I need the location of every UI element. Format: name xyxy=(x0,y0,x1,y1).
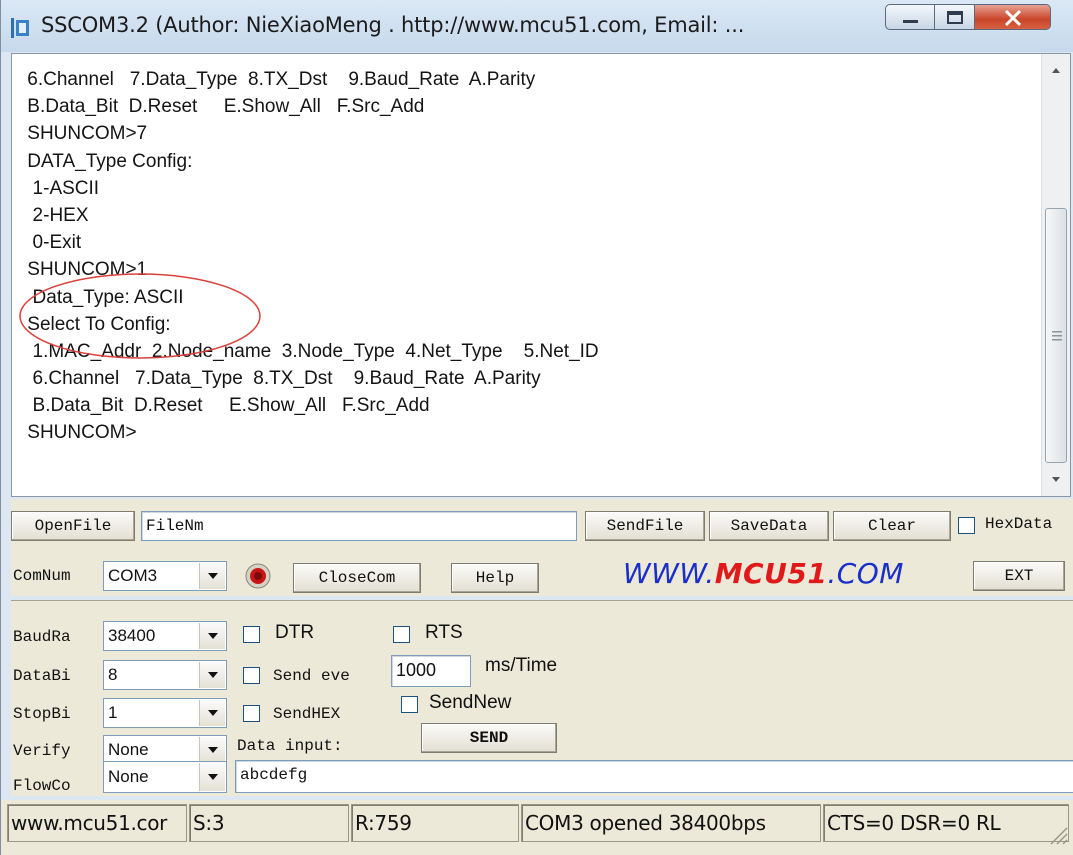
grip-icon xyxy=(1052,331,1062,341)
app-icon xyxy=(11,18,29,38)
stop-bits-label: StopBi xyxy=(13,705,71,723)
maximize-button[interactable] xyxy=(935,4,975,30)
send-every-label: Send eve xyxy=(273,667,350,685)
interval-unit-label: ms/Time xyxy=(485,655,558,676)
status-bar: www.mcu51.cor S:3 R:759 COM3 opened 3840… xyxy=(1,800,1073,855)
terminal-line: B.Data_Bit D.Reset E.Show_All F.Src_Add xyxy=(22,96,425,118)
status-received-count: R:759 xyxy=(351,804,519,842)
status-sent-count: S:3 xyxy=(189,804,349,842)
terminal-line: 6.Channel 7.Data_Type 8.TX_Dst 9.Baud_Ra… xyxy=(22,368,541,390)
chevron-down-icon[interactable] xyxy=(199,623,225,649)
scroll-thumb[interactable] xyxy=(1045,208,1067,463)
baud-rate-value: 38400 xyxy=(108,626,156,645)
save-data-button[interactable]: SaveData xyxy=(709,511,829,541)
stop-bits-value: 1 xyxy=(108,703,118,722)
chevron-down-icon[interactable] xyxy=(199,763,225,791)
baud-rate-select[interactable]: 38400 xyxy=(103,621,227,651)
minimize-icon xyxy=(903,20,918,23)
data-input-field[interactable]: abcdefg xyxy=(235,760,1073,793)
rts-label: RTS xyxy=(425,622,463,643)
close-icon xyxy=(1004,9,1022,27)
status-lamp-icon xyxy=(245,563,271,589)
baud-rate-label: BaudRa xyxy=(13,628,71,646)
terminal-lines: 6.Channel 7.Data_Type 8.TX_Dst 9.Baud_Ra… xyxy=(22,66,1032,447)
hex-data-label: HexData xyxy=(985,515,1053,533)
chevron-down-icon[interactable] xyxy=(199,737,225,763)
hex-data-checkbox[interactable] xyxy=(958,517,975,534)
send-every-checkbox[interactable] xyxy=(243,667,260,684)
receive-text-area[interactable]: 6.Channel 7.Data_Type 8.TX_Dst 9.Baud_Ra… xyxy=(11,53,1071,497)
terminal-line: B.Data_Bit D.Reset E.Show_All F.Src_Add xyxy=(22,395,430,417)
data-bits-label: DataBi xyxy=(13,667,71,685)
brand-main: MCU51 xyxy=(714,557,828,590)
rts-checkbox[interactable] xyxy=(393,626,410,643)
terminal-line: Select To Config: xyxy=(22,313,171,335)
terminal-line: SHUNCOM> xyxy=(22,422,137,444)
maximize-icon xyxy=(947,11,963,24)
help-button[interactable]: Help xyxy=(451,563,539,593)
ext-button[interactable]: EXT xyxy=(973,561,1065,591)
chevron-down-icon[interactable] xyxy=(199,563,225,589)
terminal-line: 1.MAC_Addr 2.Node_name 3.Node_Type 4.Net… xyxy=(22,340,599,362)
send-button[interactable]: SEND xyxy=(421,723,557,753)
terminal-line: 0-Exit xyxy=(22,232,82,254)
com-port-value: COM3 xyxy=(108,566,158,585)
vertical-scrollbar[interactable] xyxy=(1041,54,1070,496)
status-site: www.mcu51.cor xyxy=(7,804,187,842)
close-com-button[interactable]: CloseCom xyxy=(293,563,421,593)
minimize-button[interactable] xyxy=(885,4,935,30)
open-file-button[interactable]: OpenFile xyxy=(11,511,135,541)
title-bar[interactable]: SSCOM3.2 (Author: NieXiaoMeng . http://w… xyxy=(1,0,1073,52)
send-file-button[interactable]: SendFile xyxy=(585,511,705,541)
scroll-up-arrow-icon[interactable] xyxy=(1042,54,1070,86)
close-button[interactable] xyxy=(975,4,1051,30)
send-hex-label: SendHEX xyxy=(273,705,341,723)
scroll-down-arrow-icon[interactable] xyxy=(1042,464,1070,496)
terminal-line: Data_Type: ASCII xyxy=(22,286,184,308)
com-port-select[interactable]: COM3 xyxy=(103,561,227,591)
brand-logo: WWW.MCU51.COM xyxy=(623,557,904,590)
terminal-line: 1-ASCII xyxy=(22,177,100,199)
interval-input[interactable]: 1000 xyxy=(391,655,471,687)
brand-prefix: WWW. xyxy=(623,557,715,590)
terminal-line: 2-HEX xyxy=(22,204,89,226)
file-name-input[interactable]: FileNm xyxy=(141,511,577,541)
verify-label: Verify xyxy=(13,742,71,760)
terminal-line: DATA_Type Config: xyxy=(22,150,193,172)
resize-grip-icon[interactable] xyxy=(1047,824,1069,846)
data-bits-select[interactable]: 8 xyxy=(103,660,227,690)
send-new-checkbox[interactable] xyxy=(401,696,418,713)
flow-control-select[interactable]: None xyxy=(103,761,227,793)
stop-bits-select[interactable]: 1 xyxy=(103,698,227,728)
data-input-label: Data input: xyxy=(237,737,343,755)
send-new-label: SendNew xyxy=(429,692,512,713)
window-controls xyxy=(881,4,1061,34)
chevron-down-icon[interactable] xyxy=(199,700,225,726)
clear-button[interactable]: Clear xyxy=(833,511,951,541)
send-hex-checkbox[interactable] xyxy=(243,705,260,722)
settings-panel: BaudRa 38400 DataBi 8 StopBi 1 Verify No… xyxy=(11,600,1073,796)
brand-suffix: .COM xyxy=(827,557,904,590)
verify-value: None xyxy=(108,740,149,759)
status-port: COM3 opened 38400bps xyxy=(521,804,821,842)
status-lines: CTS=0 DSR=0 RL xyxy=(823,804,1069,842)
app-window: SSCOM3.2 (Author: NieXiaoMeng . http://w… xyxy=(0,0,1073,855)
window-title: SSCOM3.2 (Author: NieXiaoMeng . http://w… xyxy=(41,13,745,37)
dtr-checkbox[interactable] xyxy=(243,626,260,643)
flow-control-value: None xyxy=(108,767,149,786)
dtr-label: DTR xyxy=(275,622,315,643)
file-and-port-panel: OpenFile FileNm SendFile SaveData Clear … xyxy=(11,499,1073,596)
flow-control-label: FlowCo xyxy=(13,777,71,795)
com-num-label: ComNum xyxy=(13,567,71,585)
terminal-line: SHUNCOM>7 xyxy=(22,123,148,145)
data-bits-value: 8 xyxy=(108,665,118,684)
terminal-line: SHUNCOM>1 xyxy=(22,259,148,281)
terminal-line: 6.Channel 7.Data_Type 8.TX_Dst 9.Baud_Ra… xyxy=(22,69,536,90)
chevron-down-icon[interactable] xyxy=(199,662,225,688)
